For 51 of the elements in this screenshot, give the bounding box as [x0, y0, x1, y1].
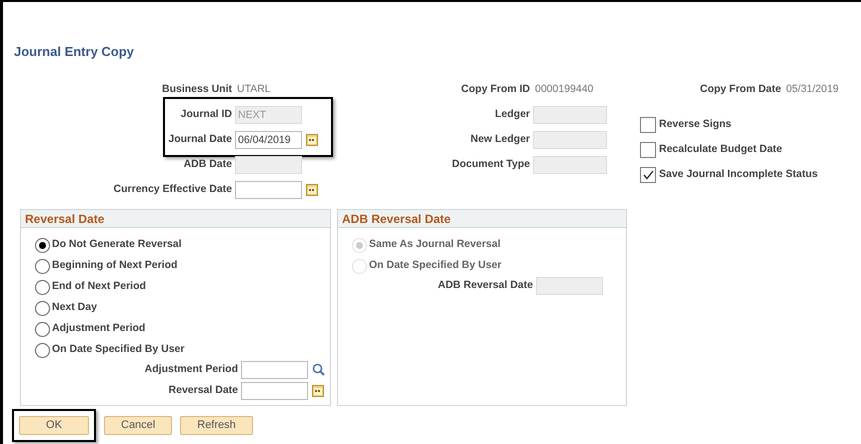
field-label: Ledger	[494, 106, 530, 122]
radio-label: Do Not Generate Reversal	[52, 237, 182, 252]
calendar-icon[interactable]	[306, 184, 318, 196]
field-label: Journal ID	[180, 106, 232, 122]
field-label: Currency Effective Date	[112, 182, 232, 197]
input-field[interactable]	[241, 360, 308, 378]
check-icon	[642, 170, 654, 180]
radio-label: Adjustment Period	[52, 321, 146, 336]
input-field[interactable]	[235, 180, 302, 198]
field-label: Business Unit	[160, 82, 232, 97]
field-label: Document Type	[451, 156, 530, 172]
search-icon[interactable]	[312, 363, 325, 376]
panel-title: ADB Reversal Date	[338, 210, 626, 228]
field-label: Copy From Date	[700, 82, 782, 97]
action-button[interactable]: OK	[19, 416, 89, 434]
field-value: 05/31/2019	[786, 82, 839, 97]
calendar-icon[interactable]	[312, 384, 324, 396]
checkbox-label: Reverse Signs	[659, 117, 732, 132]
calendar-icon[interactable]	[306, 134, 318, 146]
radio-label: Same As Journal Reversal	[369, 237, 501, 252]
field-label: Journal Date	[167, 132, 232, 147]
field-label: Adjustment Period	[144, 362, 238, 377]
field-label: New Ledger	[469, 132, 530, 147]
radio-button[interactable]	[35, 238, 50, 253]
radio-button[interactable]	[35, 301, 50, 316]
action-button[interactable]: Cancel	[104, 416, 172, 434]
radio-button[interactable]	[35, 259, 50, 274]
field-label: Reversal Date	[168, 382, 238, 398]
radio-label: On Date Specified By User	[52, 342, 184, 358]
checkbox-label: Recalculate Budget Date	[659, 142, 782, 158]
checkbox[interactable]	[640, 142, 656, 158]
panel-title: Reversal Date	[21, 210, 330, 228]
radio-button[interactable]	[35, 343, 50, 358]
field-label: ADB Date	[182, 156, 232, 172]
radio-label: On Date Specified By User	[369, 258, 502, 274]
radio-label: Beginning of Next Period	[52, 258, 178, 274]
action-button[interactable]: Refresh	[180, 416, 253, 434]
radio-label: End of Next Period	[52, 279, 146, 294]
page-title: Journal Entry Copy	[14, 43, 135, 61]
field-value: 0000199440	[535, 82, 594, 97]
field-label: Copy From ID	[460, 82, 530, 97]
field-label: ADB Reversal Date	[436, 278, 533, 293]
radio-label: Next Day	[52, 300, 97, 316]
checkbox-label: Save Journal Incomplete Status	[659, 167, 818, 182]
input-field[interactable]	[241, 382, 308, 400]
radio-button[interactable]	[35, 280, 50, 295]
checkbox[interactable]	[640, 117, 656, 133]
field-value: UTARL	[237, 82, 271, 97]
radio-button[interactable]	[35, 322, 50, 337]
input-field[interactable]: 06/04/2019	[235, 130, 302, 148]
checkbox[interactable]	[640, 167, 656, 183]
